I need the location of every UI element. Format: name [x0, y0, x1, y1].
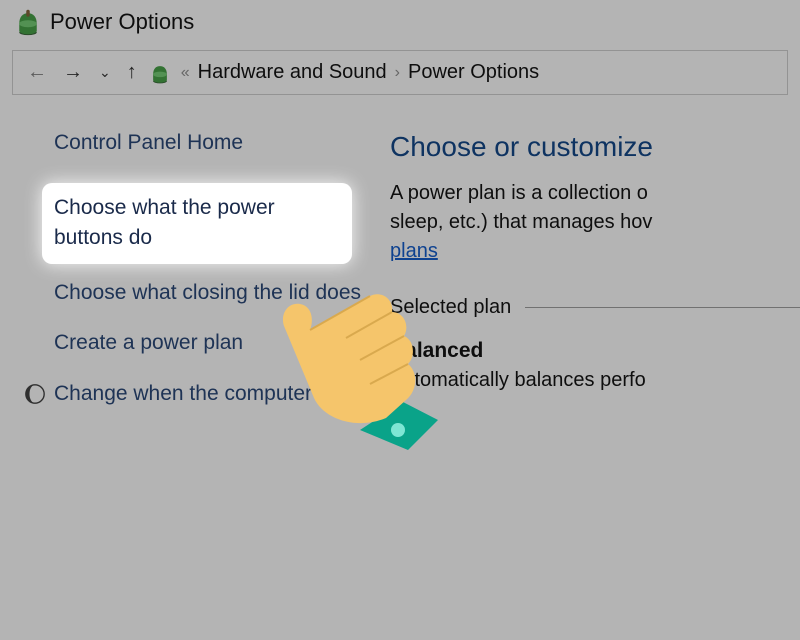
up-button[interactable]: ↑ — [119, 55, 145, 90]
sidebar-link-computer-sleeps[interactable]: Change when the computer sleeps — [54, 379, 379, 409]
history-dropdown[interactable]: ⌄ — [91, 58, 119, 87]
breadcrumb-hardware[interactable]: Hardware and Sound — [196, 57, 389, 88]
plan-description: Automatically balances perfo — [390, 369, 800, 392]
sidebar-control-panel-home[interactable]: Control Panel Home — [54, 131, 390, 155]
plan-name-balanced: Balanced — [390, 339, 800, 363]
sidebar-link-create-plan[interactable]: Create a power plan — [54, 328, 390, 358]
plans-link[interactable]: plans — [390, 240, 438, 262]
breadcrumb-power-options[interactable]: Power Options — [406, 57, 541, 88]
main-panel: Choose or customize A power plan is a co… — [390, 131, 800, 409]
section-label: Selected plan — [390, 296, 511, 319]
forward-button[interactable]: → — [55, 55, 91, 90]
chevron-right-icon: › — [389, 64, 406, 82]
main-description: A power plan is a collection o sleep, et… — [390, 179, 800, 266]
window-title: Power Options — [50, 9, 194, 35]
back-button[interactable]: ← — [19, 55, 55, 90]
selected-plan-section: Selected plan — [390, 296, 800, 319]
power-options-icon — [14, 8, 42, 36]
sidebar-link-power-buttons[interactable]: Choose what the power buttons do — [42, 183, 352, 264]
address-bar: ← → ⌄ ↑ « Hardware and Sound › Power Opt… — [12, 50, 788, 95]
moon-icon — [24, 383, 46, 405]
section-rule — [525, 307, 800, 308]
sidebar-link-closing-lid[interactable]: Choose what closing the lid does — [54, 278, 390, 308]
main-heading: Choose or customize — [390, 131, 800, 163]
window-titlebar: Power Options — [0, 0, 800, 50]
chevron-double-left-icon: « — [175, 64, 196, 82]
sidebar: Control Panel Home Choose what the power… — [0, 131, 390, 409]
control-panel-icon — [149, 62, 171, 84]
